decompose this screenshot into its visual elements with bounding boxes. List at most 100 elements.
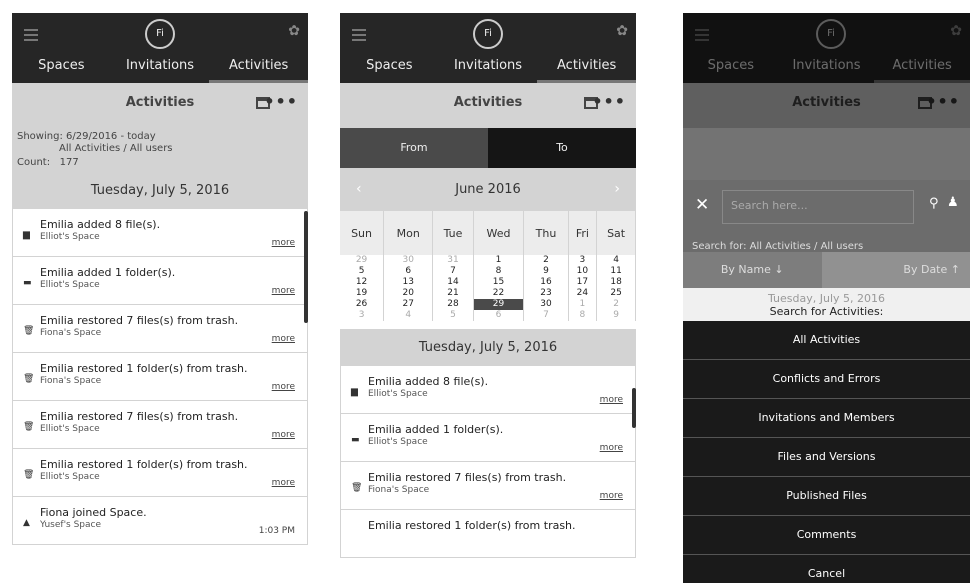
tab-spaces[interactable]: Spaces: [340, 53, 439, 83]
calendar-day[interactable]: 11: [596, 266, 636, 277]
list-item[interactable]: 🗑 Emilia restored 1 folder(s) from trash.…: [13, 353, 307, 401]
list-item[interactable]: ▬ Emilia added 1 folder(s). Elliot's Space…: [341, 414, 635, 462]
tab-invitations[interactable]: Invitations: [439, 53, 538, 83]
calendar-day[interactable]: 18: [596, 277, 636, 288]
list-item[interactable]: 🗑 Emilia restored 7 files(s) from trash. F…: [341, 462, 635, 510]
calendar-day[interactable]: 1: [473, 255, 525, 266]
list-item[interactable]: ▲ Fiona joined Space. Yusef's Space 1:03 PM: [13, 497, 307, 545]
calendar-day[interactable]: 4: [596, 255, 636, 266]
list-item[interactable]: 🗑 Emilia restored 7 files(s) from trash. F…: [13, 305, 307, 353]
chevron-right-icon[interactable]: ›: [614, 168, 620, 211]
calendar-day[interactable]: 31: [432, 255, 474, 266]
calendar-day[interactable]: 30: [523, 299, 569, 310]
calendar-day[interactable]: 13: [383, 277, 434, 288]
calendar-day[interactable]: 29: [340, 255, 385, 266]
gear-icon[interactable]: ✿: [288, 23, 300, 39]
more-options-icon[interactable]: •••: [592, 92, 626, 111]
calendar-day[interactable]: 26: [340, 299, 385, 310]
calendar-day[interactable]: 8: [473, 266, 525, 277]
menu-item[interactable]: All Activities: [683, 321, 970, 360]
more-link[interactable]: more: [600, 395, 623, 405]
calendar-day[interactable]: 22: [473, 288, 525, 299]
more-link[interactable]: more: [272, 238, 295, 248]
more-link[interactable]: more: [272, 478, 295, 488]
calendar-day[interactable]: 5: [432, 310, 474, 321]
date-range: 6/29/2016 - today: [66, 131, 156, 142]
calendar-panel: Fi ✿ Spaces Invitations Activities Activ…: [340, 13, 636, 583]
calendar-day[interactable]: 3: [340, 310, 385, 321]
calendar-day[interactable]: 16: [523, 277, 569, 288]
calendar-day[interactable]: 7: [432, 266, 474, 277]
tab-spaces[interactable]: Spaces: [12, 53, 111, 83]
sort-by-date-button[interactable]: By Date ↑: [821, 252, 970, 288]
trash-icon: 🗑: [23, 326, 35, 336]
more-link[interactable]: more: [272, 286, 295, 296]
from-tab[interactable]: From: [340, 128, 488, 168]
menu-item[interactable]: Invitations and Members: [683, 399, 970, 438]
search-input[interactable]: Search here...: [722, 190, 914, 224]
more-link[interactable]: more: [272, 382, 295, 392]
calendar-day[interactable]: 2: [596, 299, 636, 310]
calendar-day[interactable]: 4: [383, 310, 434, 321]
list-item[interactable]: 🗑 Emilia restored 1 folder(s) from trash.…: [13, 449, 307, 497]
calendar-day[interactable]: 3: [568, 255, 598, 266]
calendar-day[interactable]: 12: [340, 277, 385, 288]
calendar-day[interactable]: 7: [523, 310, 569, 321]
search-icon[interactable]: ⚲: [929, 196, 939, 211]
scrollbar[interactable]: [632, 388, 636, 428]
calendar-day[interactable]: 28: [432, 299, 474, 310]
calendar-day[interactable]: 27: [383, 299, 434, 310]
top-bar: Fi ✿ Spaces Invitations Activities: [12, 13, 308, 83]
menu-item[interactable]: Conflicts and Errors: [683, 360, 970, 399]
weekday-header: Fri: [568, 211, 598, 255]
list-item[interactable]: ▬ Emilia added 1 folder(s). Elliot's Space…: [13, 257, 307, 305]
hamburger-menu-icon[interactable]: [24, 29, 38, 41]
list-item[interactable]: 🗑 Emilia restored 7 files(s) from trash. E…: [13, 401, 307, 449]
tab-invitations[interactable]: Invitations: [111, 53, 210, 83]
calendar-day[interactable]: 5: [340, 266, 385, 277]
gear-icon[interactable]: ✿: [616, 23, 628, 39]
menu-item[interactable]: Files and Versions: [683, 438, 970, 477]
calendar-day[interactable]: 6: [383, 266, 434, 277]
more-link[interactable]: more: [600, 443, 623, 453]
list-item[interactable]: ▆ Emilia added 8 file(s). Elliot's Space mo…: [13, 209, 307, 257]
calendar-day[interactable]: 21: [432, 288, 474, 299]
chevron-left-icon[interactable]: ‹: [356, 168, 362, 211]
calendar-day[interactable]: 30: [383, 255, 434, 266]
calendar-day[interactable]: 23: [523, 288, 569, 299]
to-tab[interactable]: To: [488, 128, 636, 168]
calendar-day[interactable]: 20: [383, 288, 434, 299]
calendar-grid: Sun Mon Tue Wed Thu Fri Sat 29 30 31 1 2 3 4 5 6 7 8 9 10 1…: [340, 211, 636, 321]
calendar-day[interactable]: 25: [596, 288, 636, 299]
calendar-day[interactable]: 8: [568, 310, 598, 321]
menu-item[interactable]: Comments: [683, 516, 970, 555]
calendar-day[interactable]: 9: [523, 266, 569, 277]
calendar-day[interactable]: 17: [568, 277, 598, 288]
calendar-day[interactable]: 19: [340, 288, 385, 299]
hamburger-menu-icon[interactable]: [352, 29, 366, 41]
more-link[interactable]: more: [272, 334, 295, 344]
sort-by-name-button[interactable]: By Name ↓: [683, 252, 822, 288]
cancel-button[interactable]: Cancel: [683, 555, 970, 583]
calendar-day[interactable]: 10: [568, 266, 598, 277]
close-icon[interactable]: ✕: [695, 195, 709, 215]
more-link[interactable]: more: [272, 430, 295, 440]
calendar-day[interactable]: 29: [473, 299, 525, 310]
scrollbar[interactable]: [304, 211, 308, 323]
calendar-day[interactable]: 14: [432, 277, 474, 288]
calendar-day[interactable]: 9: [596, 310, 636, 321]
tab-activities[interactable]: Activities: [537, 53, 636, 83]
calendar-day[interactable]: 24: [568, 288, 598, 299]
menu-item[interactable]: Published Files: [683, 477, 970, 516]
calendar-day[interactable]: 15: [473, 277, 525, 288]
users-icon[interactable]: ♟: [947, 195, 959, 210]
list-item[interactable]: Emilia restored 1 folder(s) from trash.: [341, 510, 635, 558]
more-link[interactable]: more: [600, 491, 623, 501]
tab-activities[interactable]: Activities: [209, 53, 308, 83]
activity-time: 1:03 PM: [258, 526, 295, 536]
calendar-day[interactable]: 2: [523, 255, 569, 266]
calendar-day[interactable]: 1: [568, 299, 598, 310]
more-options-icon[interactable]: •••: [264, 92, 298, 111]
list-item[interactable]: ▆ Emilia added 8 file(s). Elliot's Space mo…: [341, 366, 635, 414]
calendar-day[interactable]: 6: [473, 310, 525, 321]
